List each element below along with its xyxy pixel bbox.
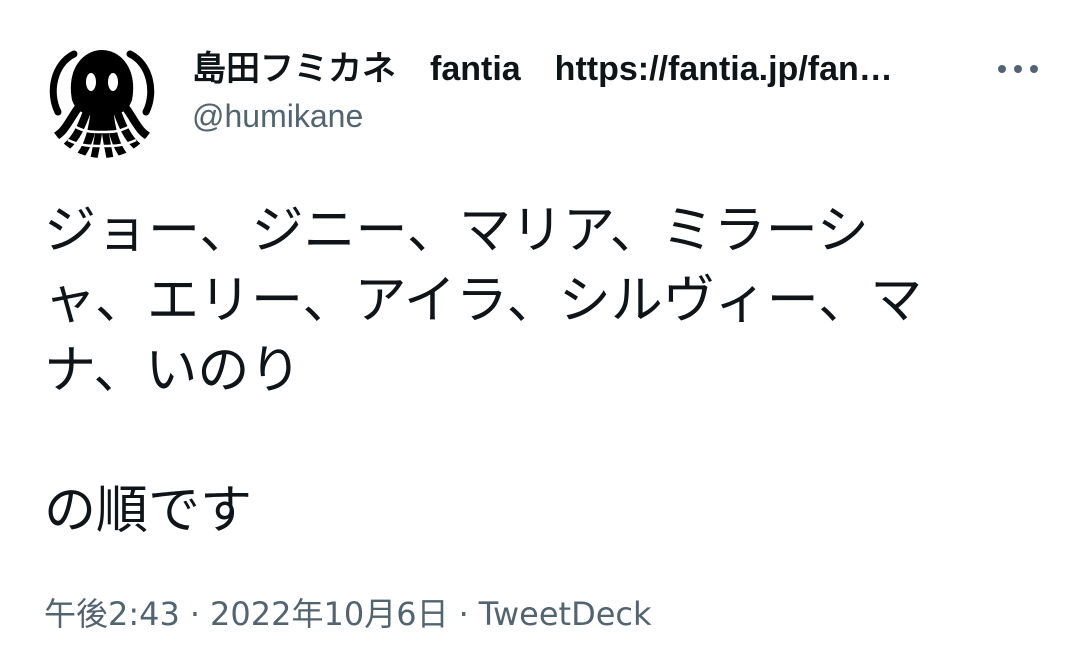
avatar[interactable] (44, 42, 160, 158)
tweet-card: 島田フミカネ fantia https://fantia.jp/fan… @hu… (0, 0, 1080, 654)
user-handle[interactable]: @humikane (192, 94, 962, 138)
tweet-meta: 午後2:43 · 2022年10月6日 · TweetDeck (44, 590, 652, 638)
meta-separator: · (458, 595, 469, 633)
tweet-text-line: ナ、いのり (44, 341, 302, 401)
more-options-button[interactable] (992, 54, 1044, 84)
tweet-header: 島田フミカネ fantia https://fantia.jp/fan… @hu… (192, 44, 962, 138)
display-name[interactable]: 島田フミカネ fantia https://fantia.jp/fan… (192, 44, 962, 94)
tweet-date[interactable]: 2022年10月6日 (210, 595, 449, 633)
tweet-time[interactable]: 午後2:43 (44, 595, 180, 633)
meta-separator: · (189, 595, 201, 633)
tweet-text-line: ャ、エリー、アイラ、シルヴィー、マ (44, 271, 923, 331)
tweet-text-line: ジョー、ジニー、マリア、ミラーシ (44, 201, 869, 261)
tweet-text: ジョー、ジニー、マリア、ミラーシ ャ、エリー、アイラ、シルヴィー、マ ナ、いのり… (44, 196, 1034, 546)
more-dots-icon (998, 65, 1038, 73)
tweet-text-line: の順です (44, 481, 253, 541)
tweet-source[interactable]: TweetDeck (479, 595, 652, 633)
octopus-logo-icon (44, 42, 160, 158)
